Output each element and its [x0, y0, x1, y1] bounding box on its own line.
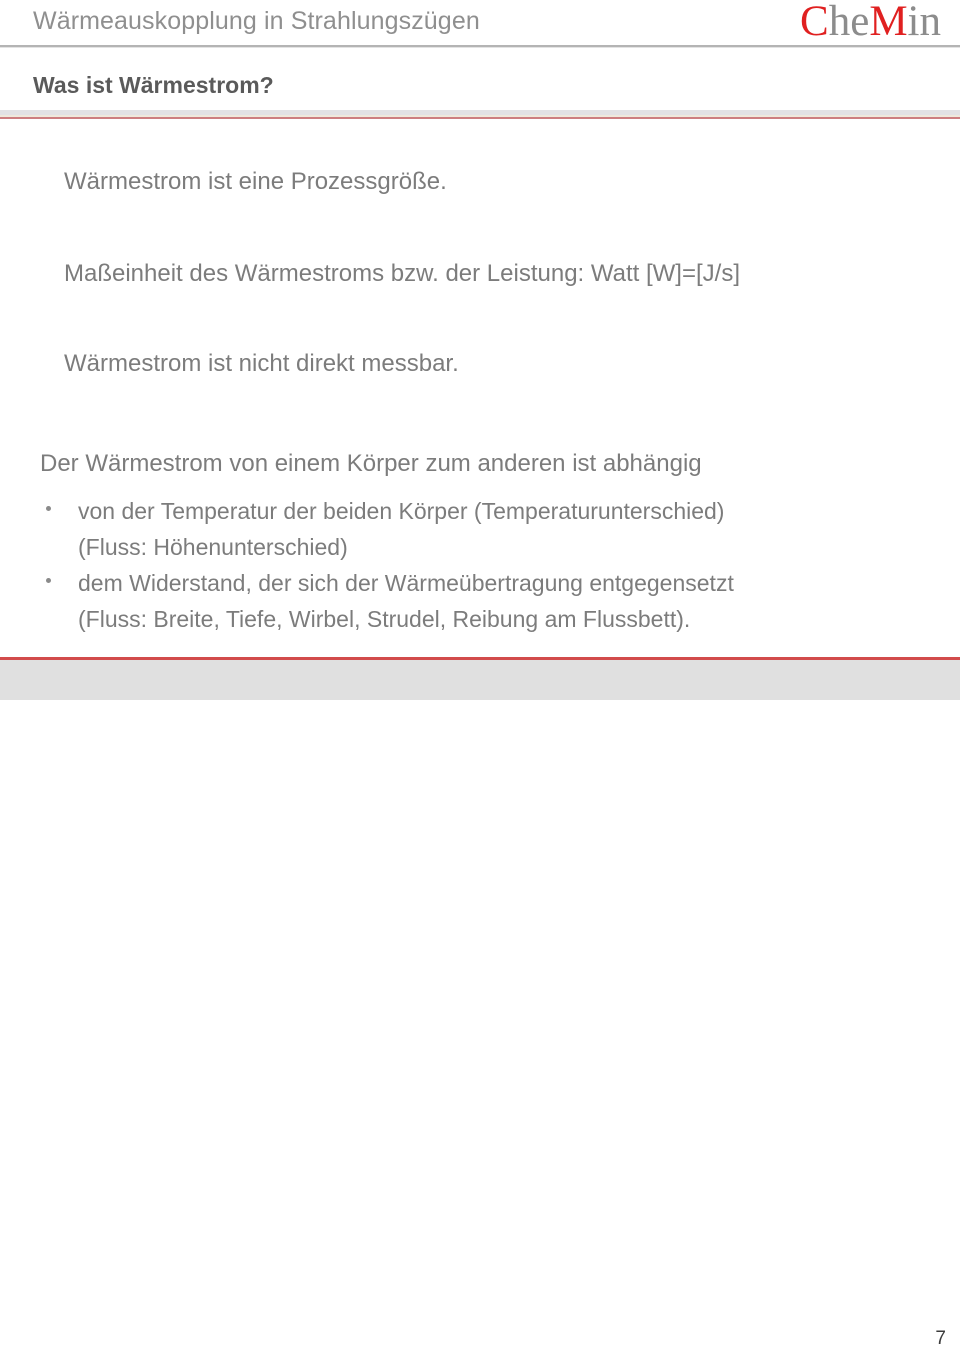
slide-header: Wärmeauskopplung in Strahlungszügen CheM…	[0, 0, 960, 46]
page-number: 7	[935, 1328, 946, 1349]
slide-title: Was ist Wärmestrom?	[33, 72, 274, 98]
body-paragraph-2: Maßeinheit des Wärmestroms bzw. der Leis…	[64, 260, 740, 287]
logo-part-c: C	[800, 0, 829, 45]
bullet-1-subtext: (Fluss: Höhenunterschied)	[78, 534, 348, 560]
bullet-2-subtext: (Fluss: Breite, Tiefe, Wirbel, Strudel, …	[78, 606, 691, 632]
body-paragraph-1: Wärmestrom ist eine Prozessgröße.	[64, 168, 447, 195]
header-divider	[0, 45, 960, 48]
body-paragraph-3: Wärmestrom ist nicht direkt messbar.	[64, 350, 459, 377]
bullet-point-icon	[46, 506, 51, 511]
title-divider-red-line	[0, 117, 960, 119]
body-paragraph-4: Der Wärmestrom von einem Körper zum ande…	[40, 450, 702, 477]
bullet-2-text: dem Widerstand, der sich der Wärmeübertr…	[78, 570, 734, 596]
header-title: Wärmeauskopplung in Strahlungszügen	[33, 7, 480, 35]
chemin-logo: CheMin	[800, 0, 941, 45]
logo-part-m: M	[869, 0, 908, 45]
bullet-1-text: von der Temperatur der beiden Körper (Te…	[78, 498, 725, 524]
footer-band: 7	[0, 660, 960, 1349]
title-divider	[0, 110, 960, 120]
logo-part-he: he	[828, 0, 870, 45]
slide-canvas: Wärmeauskopplung in Strahlungszügen CheM…	[0, 0, 960, 1349]
logo-part-in: in	[907, 0, 941, 45]
bullet-point-icon	[46, 578, 51, 583]
